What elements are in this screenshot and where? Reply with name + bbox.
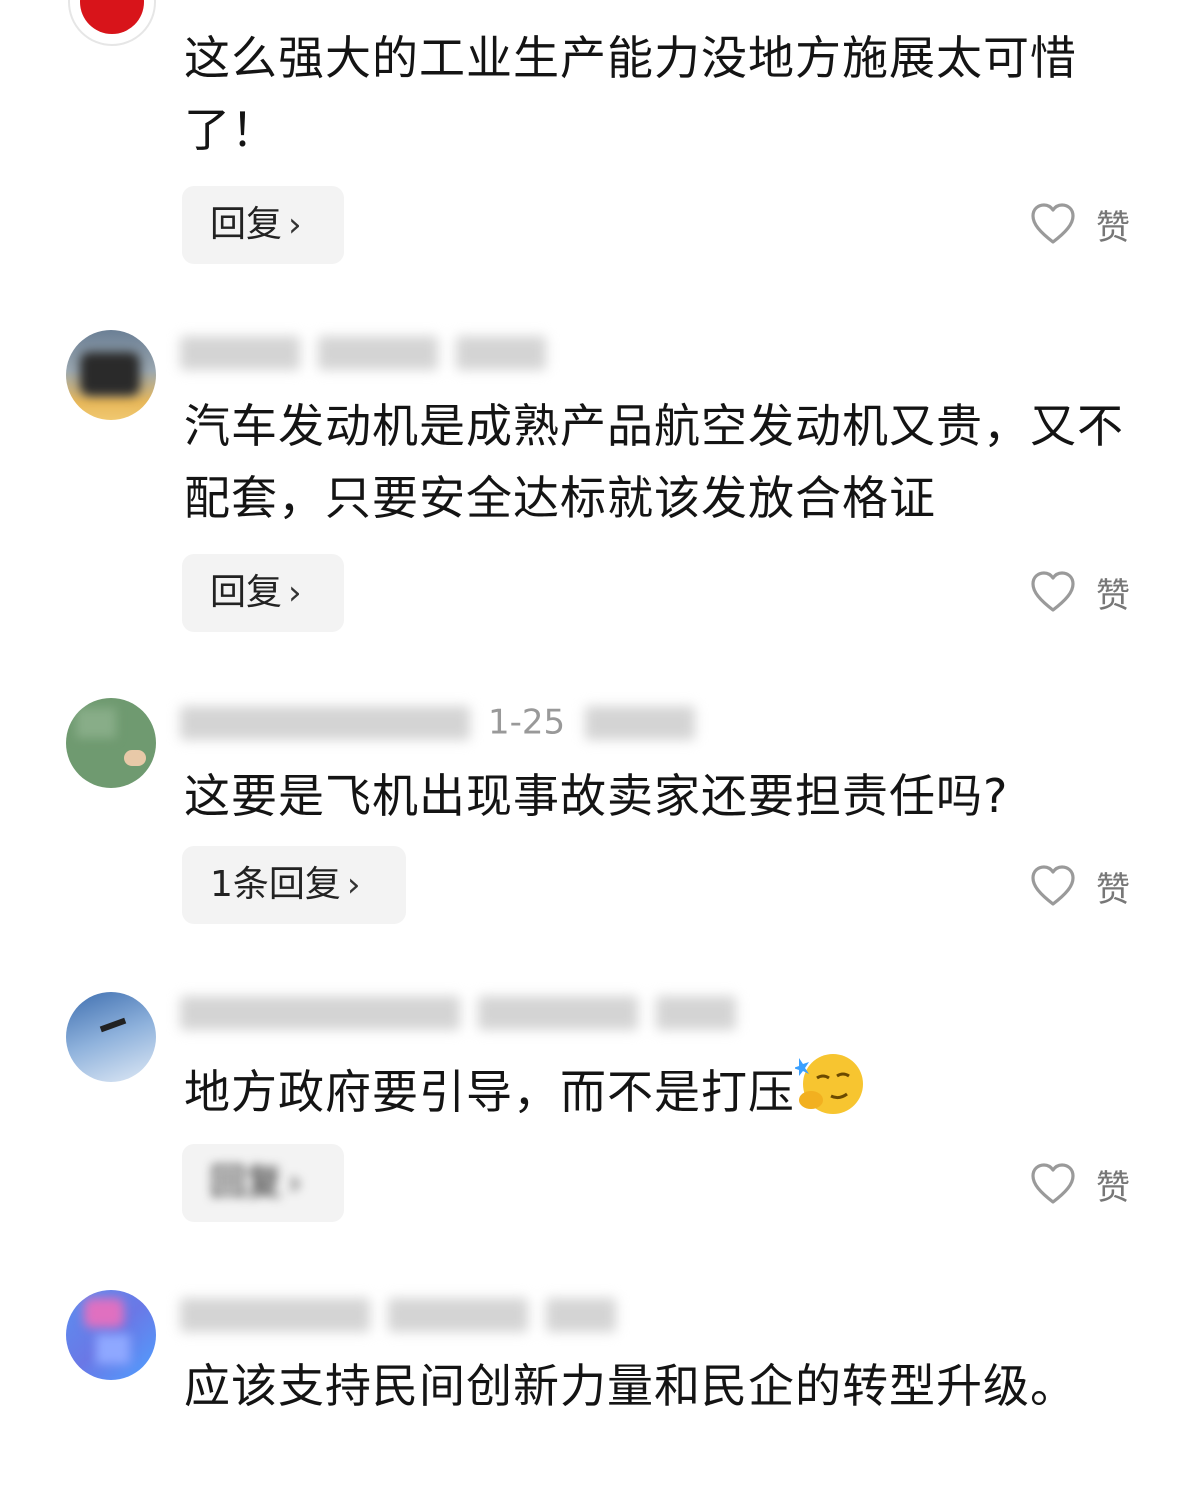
heart-outline-icon <box>1031 571 1075 612</box>
chevron-right-icon: › <box>346 865 361 905</box>
reply-label: 回复 <box>210 1162 283 1203</box>
chevron-right-icon: › <box>288 573 302 613</box>
avatar[interactable] <box>66 992 156 1082</box>
comment-text: 地方政府要引导，而不是打压 <box>184 1052 1144 1138</box>
reply-button[interactable]: 回复 › <box>182 1144 344 1222</box>
like-button[interactable]: 赞 <box>1030 1154 1130 1214</box>
username-meta <box>180 1292 634 1336</box>
chevron-right-icon: › <box>288 205 302 245</box>
username-meta: 1-25 <box>180 700 713 744</box>
reply-button[interactable]: 1条回复 › <box>182 846 406 924</box>
username-meta <box>180 330 564 374</box>
smirk-thinking-emoji-icon <box>793 1052 867 1138</box>
comment-text: 汽车发动机是成熟产品航空发动机又贵，又不配套，只要安全达标就该发放合格证 <box>184 399 1124 525</box>
comment-text: 这么强大的工业生产能力没地方施展太可惜了！ <box>184 31 1077 157</box>
avatar[interactable] <box>66 330 156 420</box>
date-fragment: 1-25 <box>488 702 566 743</box>
reply-label: 1条回复 <box>210 864 341 905</box>
like-label: 赞 <box>1096 1167 1130 1208</box>
like-label: 赞 <box>1096 207 1130 248</box>
avatar[interactable] <box>66 1290 156 1380</box>
avatar[interactable] <box>66 698 156 788</box>
like-label: 赞 <box>1096 575 1130 616</box>
comment-text: 应该支持民间创新力量和民企的转型升级。 <box>184 1359 1077 1413</box>
reply-label: 回复 <box>210 572 283 613</box>
like-label: 赞 <box>1096 869 1130 910</box>
username-meta <box>180 990 754 1034</box>
comment-text-content: 地方政府要引导，而不是打压 <box>184 1065 795 1119</box>
heart-outline-icon <box>1031 203 1075 244</box>
reply-label: 回复 <box>210 204 283 245</box>
avatar[interactable] <box>68 0 156 46</box>
like-button[interactable]: 赞 <box>1030 194 1130 254</box>
like-button[interactable]: 赞 <box>1030 856 1130 916</box>
reply-button[interactable]: 回复 › <box>182 186 344 264</box>
heart-outline-icon <box>1031 865 1075 906</box>
heart-outline-icon <box>1031 1163 1075 1204</box>
comment-text: 这要是飞机出现事故卖家还要担责任吗? <box>184 769 1009 823</box>
like-button[interactable]: 赞 <box>1030 562 1130 622</box>
chevron-right-icon: › <box>288 1163 302 1203</box>
reply-button[interactable]: 回复 › <box>182 554 344 632</box>
